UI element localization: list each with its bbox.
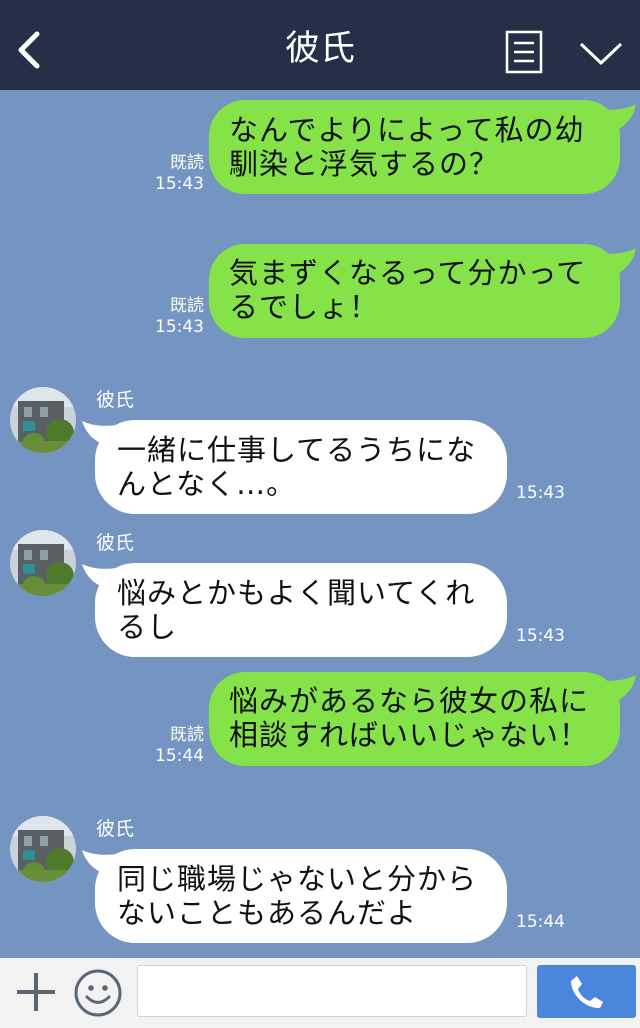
read-receipt: 既読 <box>170 153 204 173</box>
message-bubble[interactable]: 悩みとかもよく聞いてくれ るし <box>95 563 507 657</box>
message-time: 15:43 <box>155 174 204 194</box>
avatar[interactable] <box>10 816 76 882</box>
message-text: 気まずくなるって分かって るでしょ！ <box>229 256 587 324</box>
message-text: 一緒に仕事してるうちにな んとなく…。 <box>117 433 477 501</box>
message-list[interactable]: 既読 15:43 なんでよりによって私の幼 馴染と浮気するの？ 既読 15:43… <box>0 90 640 958</box>
message-bubble[interactable]: 同じ職場じゃないと分から ないこともあるんだよ <box>95 849 507 943</box>
message-input[interactable] <box>137 965 527 1017</box>
message-row-incoming: 彼氏 悩みとかもよく聞いてくれ るし 15:43 <box>0 528 640 668</box>
sender-name: 彼氏 <box>96 389 135 411</box>
chevron-down-icon[interactable] <box>578 38 624 68</box>
message-time: 15:43 <box>155 317 204 337</box>
read-receipt: 既読 <box>170 725 204 745</box>
message-bubble[interactable]: 一緒に仕事してるうちにな んとなく…。 <box>95 420 507 514</box>
call-button[interactable] <box>537 965 636 1018</box>
chat-header: 彼氏 <box>0 0 640 90</box>
message-text: なんでよりによって私の幼 馴染と浮気するの？ <box>229 113 585 181</box>
message-text: 悩みがあるなら彼女の私に 相談すればいいじゃない！ <box>229 684 590 752</box>
menu-list-icon[interactable] <box>505 30 543 74</box>
sender-name: 彼氏 <box>96 532 135 554</box>
avatar-photo-icon <box>10 530 76 596</box>
phone-icon <box>571 976 603 1009</box>
avatar-photo-icon <box>10 816 76 882</box>
smiley-icon[interactable] <box>73 968 123 1018</box>
plus-icon[interactable] <box>14 970 58 1014</box>
message-text: 悩みとかもよく聞いてくれ るし <box>117 576 476 644</box>
avatar[interactable] <box>10 530 76 596</box>
message-time: 15:43 <box>516 483 565 503</box>
message-text: 同じ職場じゃないと分から ないこともあるんだよ <box>117 862 478 930</box>
message-row-incoming: 彼氏 同じ職場じゃないと分から ないこともあるんだよ 15:44 <box>0 814 640 954</box>
message-time: 15:43 <box>516 626 565 646</box>
read-receipt: 既読 <box>170 296 204 316</box>
message-time: 15:44 <box>516 912 565 932</box>
message-row-outgoing: 既読 15:43 気まずくなるって分かって るでしょ！ <box>0 235 640 365</box>
avatar[interactable] <box>10 387 76 453</box>
avatar-photo-icon <box>10 387 76 453</box>
message-bubble[interactable]: なんでよりによって私の幼 馴染と浮気するの？ <box>209 100 620 194</box>
sender-name: 彼氏 <box>96 818 135 840</box>
message-row-outgoing: 既読 15:44 悩みがあるなら彼女の私に 相談すればいいじゃない！ <box>0 672 640 805</box>
input-bar <box>0 958 640 1028</box>
message-row-incoming: 彼氏 一緒に仕事してるうちにな んとなく…。 15:43 <box>0 385 640 525</box>
message-time: 15:44 <box>155 746 204 766</box>
message-bubble[interactable]: 気まずくなるって分かって るでしょ！ <box>209 244 620 338</box>
message-bubble[interactable]: 悩みがあるなら彼女の私に 相談すればいいじゃない！ <box>209 672 620 766</box>
chat-title: 彼氏 <box>284 29 355 69</box>
message-row-outgoing: 既読 15:43 なんでよりによって私の幼 馴染と浮気するの？ <box>0 90 640 220</box>
